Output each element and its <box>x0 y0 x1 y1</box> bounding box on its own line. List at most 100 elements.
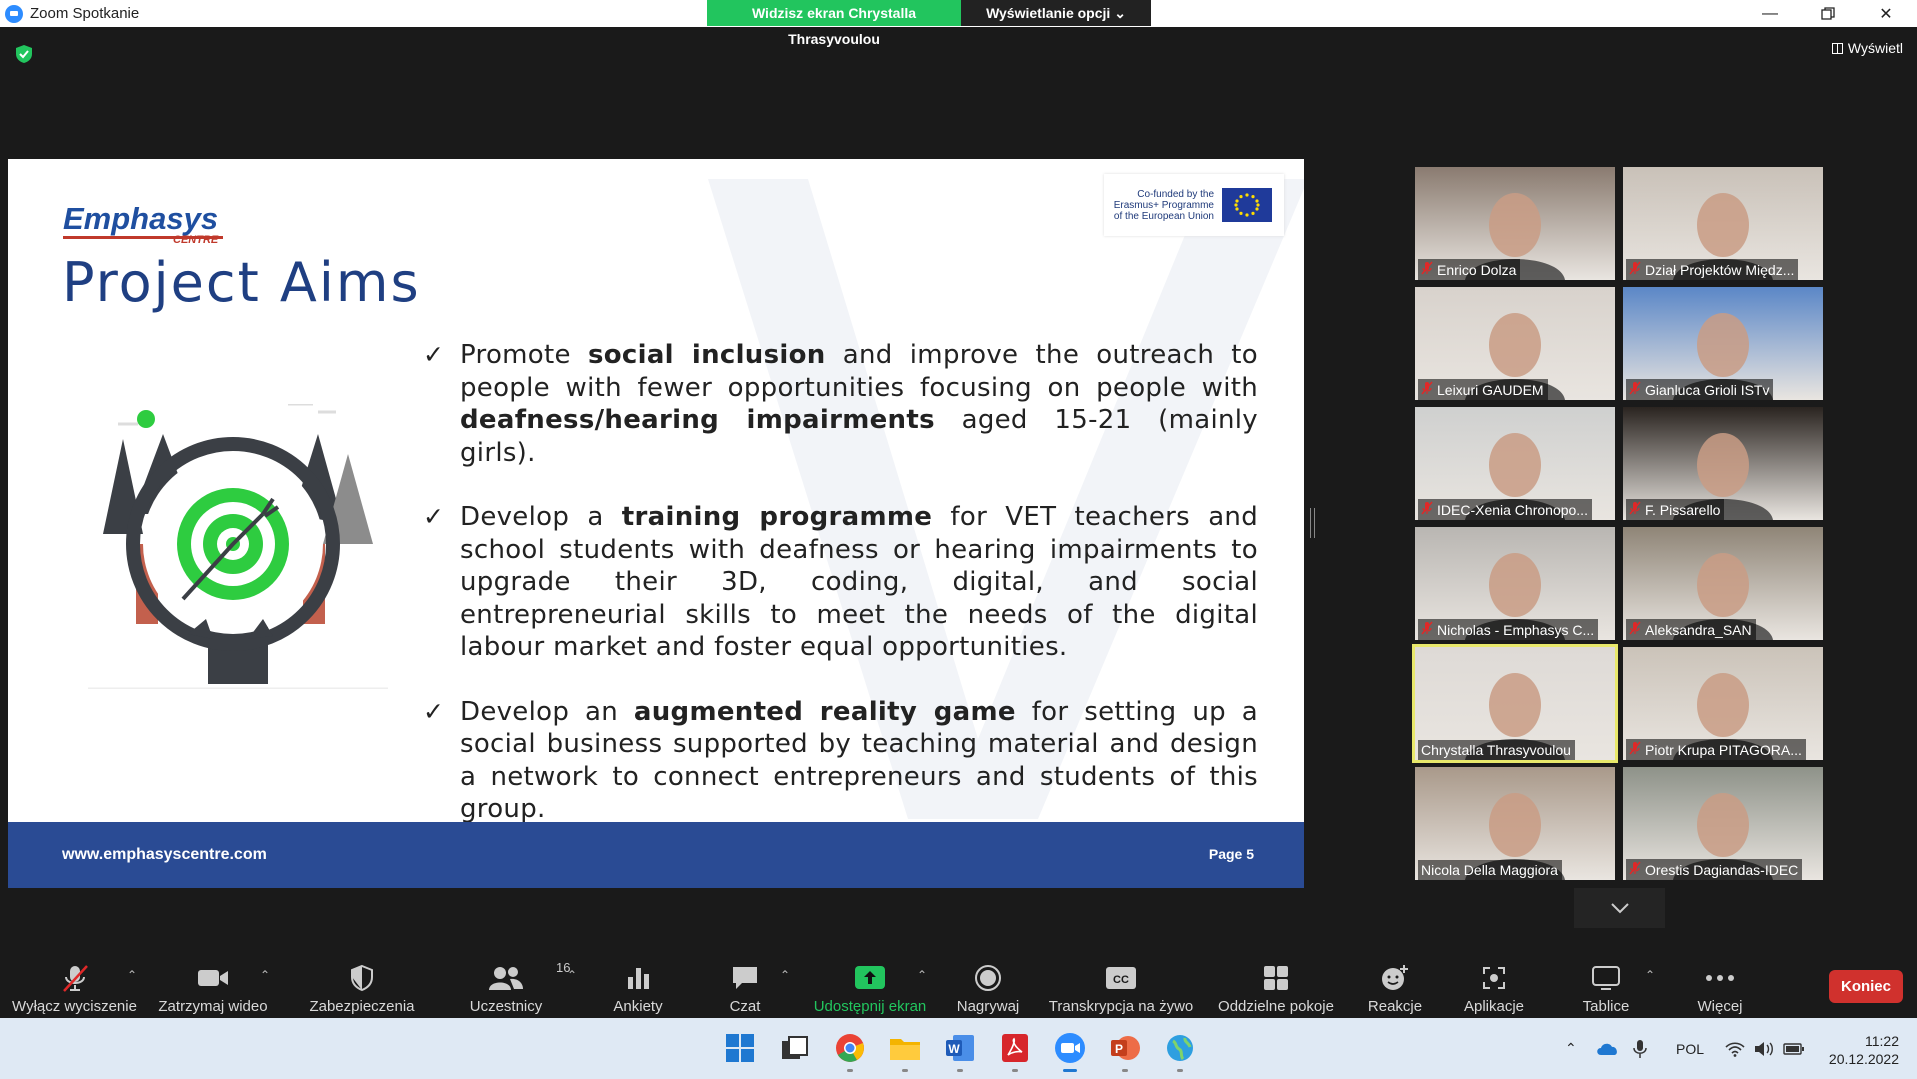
participant-name-label: Gianluca Grioli ISTv <box>1626 379 1774 400</box>
microphone-tray-icon[interactable] <box>1633 1018 1647 1079</box>
unmute-button[interactable]: Wyłącz wyciszenie <box>12 952 137 1018</box>
onedrive-icon[interactable] <box>1596 1018 1618 1079</box>
language-indicator[interactable]: POL <box>1676 1018 1704 1079</box>
participant-tile[interactable]: F. Pissarello <box>1623 407 1823 520</box>
aim-keyword: training programme <box>621 502 933 532</box>
eu-flag-icon <box>1222 188 1272 222</box>
task-view-button[interactable] <box>777 1030 813 1066</box>
stop-video-button[interactable]: Zatrzymaj wideo <box>152 952 274 1018</box>
footer-url: www.emphasyscentre.com <box>62 846 267 863</box>
end-meeting-button[interactable]: Koniec <box>1829 970 1903 1003</box>
record-button[interactable]: Nagrywaj <box>947 952 1029 1018</box>
participant-tile[interactable]: Enrico Dolza <box>1415 167 1615 280</box>
taskbar-acrobat[interactable] <box>997 1030 1033 1072</box>
taskbar-word[interactable]: W <box>942 1030 978 1072</box>
participant-name-label: Leixuri GAUDEM <box>1418 379 1548 400</box>
apps-icon <box>1483 967 1505 989</box>
taskbar-zoom[interactable] <box>1052 1030 1088 1072</box>
breakout-rooms-icon <box>1264 966 1288 990</box>
restore-button[interactable] <box>1799 0 1857 27</box>
aim-keyword: social inclusion <box>587 340 826 370</box>
taskbar-file-explorer[interactable] <box>887 1030 923 1072</box>
folder-icon <box>890 1039 920 1060</box>
mic-muted-icon <box>1629 621 1641 638</box>
whiteboards-options-caret[interactable]: ⌃ <box>1645 968 1655 982</box>
taskbar-chrome[interactable] <box>832 1030 868 1072</box>
battery-icon[interactable] <box>1783 1018 1805 1079</box>
volume-icon[interactable] <box>1754 1018 1774 1079</box>
live-transcript-button[interactable]: CC Transkrypcja na żywo <box>1046 952 1196 1018</box>
reactions-button[interactable]: Reakcje <box>1360 952 1430 1018</box>
chat-bubble-icon <box>733 967 757 989</box>
mic-muted-icon <box>1629 861 1641 878</box>
taskbar-powerpoint[interactable]: P <box>1107 1030 1143 1072</box>
shared-screen: Emphasys CENTRE Co-funded by the Erasmus… <box>8 159 1304 888</box>
wifi-icon[interactable] <box>1725 1018 1745 1079</box>
restore-icon <box>1821 6 1835 20</box>
slide-title: Project Aims <box>62 251 421 314</box>
breakout-rooms-button[interactable]: Oddzielne pokoje <box>1213 952 1339 1018</box>
zoom-icon <box>5 4 23 23</box>
eu-cofunded-badge: Co-funded by the Erasmus+ Programme of t… <box>1104 174 1284 236</box>
share-status-label: Widzisz ekran Chrystalla Thrasyvoulou <box>707 0 961 47</box>
participant-tile[interactable]: Piotr Krupa PITAGORA... <box>1623 647 1823 760</box>
system-clock[interactable]: 11:22 20.12.2022 <box>1829 1032 1899 1068</box>
apps-button[interactable]: Aplikacje <box>1453 952 1535 1018</box>
participant-name-label: IDEC-Xenia Chronopo... <box>1418 499 1592 520</box>
participants-icon <box>489 967 523 990</box>
security-button[interactable]: Zabezpieczenia <box>306 952 418 1018</box>
more-button[interactable]: Więcej <box>1690 952 1750 1018</box>
close-button[interactable]: ✕ <box>1857 0 1915 27</box>
mic-muted-icon <box>1629 381 1641 398</box>
mic-muted-icon <box>1629 501 1641 518</box>
participants-button[interactable]: 16 Uczestnicy <box>460 952 571 1018</box>
share-screen-icon <box>855 966 885 989</box>
grid-icon <box>1831 42 1843 54</box>
view-options-button[interactable]: Wyświetlanie opcji ⌄ <box>961 0 1151 26</box>
mic-muted-icon <box>1421 621 1433 638</box>
participant-tile[interactable]: Chrystalla Thrasyvoulou <box>1412 644 1618 763</box>
participant-tile[interactable]: Dział Projektów Międz... <box>1623 167 1823 280</box>
view-button[interactable]: Wyświetl <box>1831 40 1903 56</box>
aim-item: ✓ Develop an augmented reality game for s… <box>423 696 1258 826</box>
participant-name-label: Nicola Della Maggiora <box>1418 860 1562 880</box>
word-icon: W <box>946 1035 974 1061</box>
show-hidden-icons-button[interactable]: ⌃ <box>1565 1018 1577 1079</box>
target-illustration <box>88 404 388 689</box>
split-resize-handle[interactable] <box>1310 508 1315 538</box>
video-camera-icon <box>198 970 228 986</box>
checkmark-icon: ✓ <box>423 696 445 726</box>
participant-tile[interactable]: Aleksandra_SAN <box>1623 527 1823 640</box>
participant-tile[interactable]: Nicola Della Maggiora <box>1415 767 1615 880</box>
aim-text: Develop an <box>460 696 634 727</box>
participant-tile[interactable]: Gianluca Grioli ISTv <box>1623 287 1823 400</box>
mic-muted-icon <box>1629 741 1641 758</box>
video-options-caret[interactable]: ⌃ <box>260 968 270 982</box>
gallery-next-page-button[interactable] <box>1574 888 1665 928</box>
bar-chart-icon <box>628 968 649 989</box>
minimize-button[interactable]: — <box>1741 0 1799 27</box>
share-options-caret[interactable]: ⌃ <box>917 968 927 982</box>
powerpoint-icon: P <box>1111 1036 1140 1060</box>
participants-options-caret[interactable]: ⌃ <box>567 968 577 982</box>
whiteboard-icon <box>1592 966 1620 990</box>
mute-options-caret[interactable]: ⌃ <box>127 968 137 982</box>
checkmark-icon: ✓ <box>423 340 445 369</box>
participant-tile[interactable]: Nicholas - Emphasys C... <box>1415 527 1615 640</box>
polls-button[interactable]: Ankiety <box>602 952 674 1018</box>
encryption-shield-icon[interactable] <box>15 44 33 64</box>
aim-text: Develop a <box>460 502 622 532</box>
globe-icon <box>1167 1035 1193 1061</box>
participant-tile[interactable]: Leixuri GAUDEM <box>1415 287 1615 400</box>
chat-button[interactable]: Czat <box>715 952 775 1018</box>
share-screen-button[interactable]: Udostępnij ekran <box>805 952 935 1018</box>
taskbar-globe-app[interactable] <box>1162 1030 1198 1072</box>
participant-tile[interactable]: IDEC-Xenia Chronopo... <box>1415 407 1615 520</box>
whiteboards-button[interactable]: Tablice <box>1570 952 1642 1018</box>
start-button[interactable] <box>722 1030 758 1066</box>
emoji-add-icon <box>1382 965 1408 990</box>
checkmark-icon: ✓ <box>423 502 445 531</box>
participant-tile[interactable]: Orestis Dagiandas-IDEC <box>1623 767 1823 880</box>
chat-options-caret[interactable]: ⌃ <box>780 968 790 982</box>
mic-muted-icon <box>1421 501 1433 518</box>
